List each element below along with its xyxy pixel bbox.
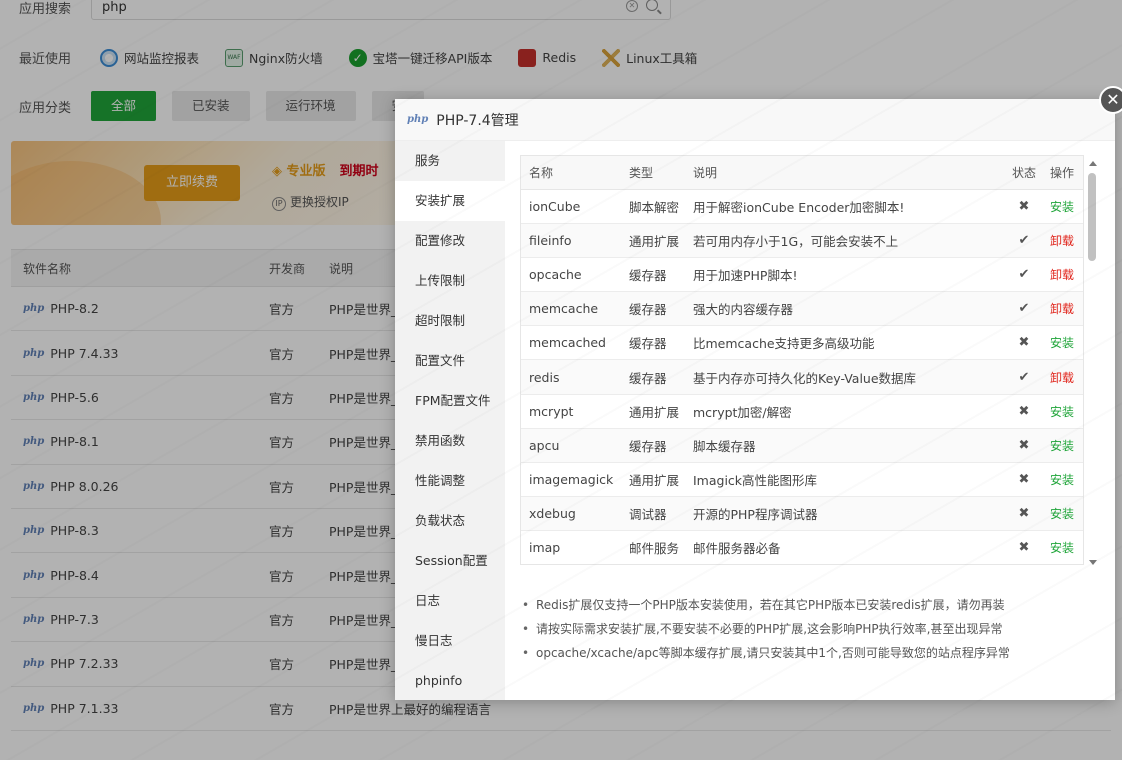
ext-desc: 基于内存亦可持久化的Key-Value数据库 [693,370,917,386]
cross-icon: ✖ [1018,539,1030,555]
cross-icon: ✖ [1018,199,1030,215]
install-link[interactable]: 安装 [1041,539,1083,556]
install-link[interactable]: 安装 [1041,505,1083,522]
sidebar-item[interactable]: FPM配置文件 [395,381,505,421]
ext-name: apcu [529,437,560,453]
install-link[interactable]: 安装 [1041,198,1083,215]
sidebar-item[interactable]: phpinfo [395,661,505,701]
install-link[interactable]: 安装 [1041,334,1083,351]
cross-icon: ✖ [1018,505,1030,521]
modal-title: PHP-7.4管理 [436,112,519,129]
ext-type: 缓存器 [629,370,667,386]
sidebar-item[interactable]: 上传限制 [395,261,505,301]
ext-type: 调试器 [629,506,667,522]
ext-type: 缓存器 [629,268,667,284]
ext-desc: 比memcache支持更多高级功能 [693,336,875,352]
sidebar-item[interactable]: 负载状态 [395,501,505,541]
table-row: imagemagick 通用扩展 Imagick高性能图形库 ✖ 安装 [521,463,1083,497]
ext-name: xdebug [529,505,576,521]
modal-header: php PHP-7.4管理 [395,99,1115,141]
ext-name: opcache [529,267,582,283]
sidebar-item[interactable]: 安装扩展 [395,181,505,221]
sidebar-item[interactable]: 禁用函数 [395,421,505,461]
extensions-table: 名称 类型 说明 状态 操作 ionCube 脚本解密 用于解密ionCube En… [520,155,1084,565]
ext-type: 通用扩展 [629,234,680,250]
ext-desc: mcrypt加密/解密 [693,404,792,420]
table-row: mcrypt 通用扩展 mcrypt加密/解密 ✖ 安装 [521,395,1083,429]
ext-desc: Imagick高性能图形库 [693,472,818,488]
sidebar-item[interactable]: 慢日志 [395,621,505,661]
table-row: fileinfo 通用扩展 若可用内存小于1G，可能会安装不上 ✔ 卸载 [521,224,1083,259]
ext-desc: 用于解密ionCube Encoder加密脚本! [693,200,905,216]
tip-item: Redis扩展仅支持一个PHP版本安装使用，若在其它PHP版本已安装redis扩… [520,593,1010,617]
sidebar-item[interactable]: Session配置 [395,541,505,581]
sidebar-item[interactable]: 日志 [395,581,505,621]
table-row: ionCube 脚本解密 用于解密ionCube Encoder加密脚本! ✖ 安装 [521,190,1083,225]
uninstall-link[interactable]: 卸载 [1041,369,1083,386]
sidebar-item[interactable]: 配置文件 [395,341,505,381]
check-icon: ✔ [1018,233,1030,249]
ext-type: 缓存器 [629,438,667,454]
ext-type: 缓存器 [629,336,667,352]
ext-name: memcache [529,301,599,317]
ext-desc: 若可用内存小于1G，可能会安装不上 [693,234,899,250]
php-logo-icon: php [407,114,429,125]
uninstall-link[interactable]: 卸载 [1041,232,1083,249]
sidebar-item[interactable]: 性能调整 [395,461,505,501]
ext-name: redis [529,369,560,385]
tip-item: 请按实际需求安装扩展,不要安装不必要的PHP扩展,这会影响PHP执行效率,甚至出… [520,617,1010,641]
table-row: memcached 缓存器 比memcache支持更多高级功能 ✖ 安装 [521,326,1083,361]
ext-desc: 脚本缓存器 [693,438,756,454]
ext-type: 通用扩展 [629,404,680,420]
uninstall-link[interactable]: 卸载 [1041,300,1083,317]
tips-list: Redis扩展仅支持一个PHP版本安装使用，若在其它PHP版本已安装redis扩… [520,593,1010,665]
install-link[interactable]: 安装 [1041,437,1083,454]
extensions-panel: 名称 类型 说明 状态 操作 ionCube 脚本解密 用于解密ionCube En… [505,141,1115,700]
sidebar-item[interactable]: 服务 [395,141,505,181]
table-row: opcache 缓存器 用于加速PHP脚本! ✔ 卸载 [521,258,1083,293]
check-icon: ✔ [1018,267,1030,283]
ext-name: fileinfo [529,233,572,249]
install-link[interactable]: 安装 [1041,471,1083,488]
install-link[interactable]: 安装 [1041,403,1083,420]
tip-item: opcache/xcache/apc等脚本缓存扩展,请只安装其中1个,否则可能导… [520,641,1010,665]
table-row: redis 缓存器 基于内存亦可持久化的Key-Value数据库 ✔ 卸载 [521,360,1083,395]
uninstall-link[interactable]: 卸载 [1041,266,1083,283]
ext-type: 通用扩展 [629,472,680,488]
table-scrollbar[interactable] [1087,155,1099,565]
cross-icon: ✖ [1018,403,1030,419]
ext-desc: 用于加速PHP脚本! [693,268,798,284]
ext-name: imagemagick [529,471,614,487]
check-icon: ✔ [1018,301,1030,317]
table-row: imap 邮件服务 邮件服务器必备 ✖ 安装 [521,531,1083,564]
ext-name: ionCube [529,199,581,215]
ext-type: 脚本解密 [629,200,680,216]
ext-name: imap [529,539,561,555]
table-row: memcache 缓存器 强大的内容缓存器 ✔ 卸载 [521,292,1083,327]
ext-desc: 开源的PHP程序调试器 [693,506,818,522]
cross-icon: ✖ [1018,335,1030,351]
sidebar-item[interactable]: 配置修改 [395,221,505,261]
ext-desc: 强大的内容缓存器 [693,302,794,318]
cross-icon: ✖ [1018,437,1030,453]
extensions-table-header: 名称 类型 说明 状态 操作 [521,156,1083,190]
table-row: xdebug 调试器 开源的PHP程序调试器 ✖ 安装 [521,496,1083,531]
scroll-down-icon[interactable] [1089,560,1097,565]
cross-icon: ✖ [1018,471,1030,487]
ext-desc: 邮件服务器必备 [693,540,781,556]
scroll-up-icon[interactable] [1089,161,1097,166]
close-icon[interactable]: ✕ [1099,86,1122,114]
ext-type: 邮件服务 [629,540,680,556]
ext-name: mcrypt [529,403,574,419]
ext-type: 缓存器 [629,302,667,318]
modal-sidebar: 服务 安装扩展 配置修改 上传限制 超时限制 配置文件 FPM配置文件 禁用函数 性能调整 负载状… [395,141,505,700]
scroll-thumb[interactable] [1088,173,1096,261]
table-row: apcu 缓存器 脚本缓存器 ✖ 安装 [521,428,1083,463]
check-icon: ✔ [1018,369,1030,385]
php-manage-modal: php PHP-7.4管理 服务 安装扩展 配置修改 上传限制 超时限制 配置文件 FPM配… [395,99,1115,700]
ext-name: memcached [529,335,606,351]
sidebar-item[interactable]: 超时限制 [395,301,505,341]
